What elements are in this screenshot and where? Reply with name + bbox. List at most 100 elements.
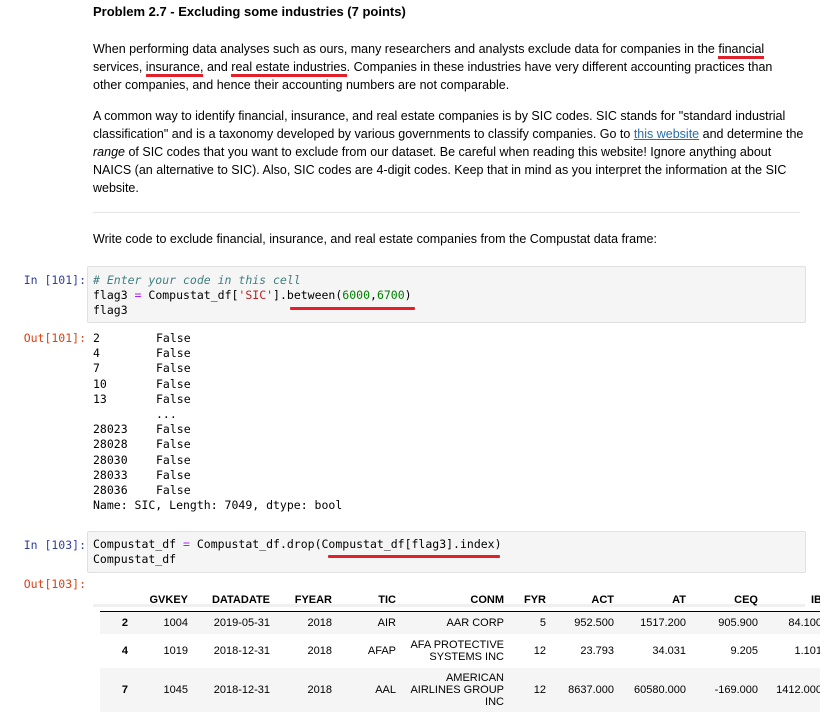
series-row: 4 False <box>93 346 342 361</box>
column-header: CONM <box>470 594 504 606</box>
input-prompt-103: In [103]: <box>23 538 86 552</box>
column-header: FYR <box>524 594 546 606</box>
series-value: False <box>156 467 191 482</box>
table-row: 4 1019 2018-12-31 2018 AFAP AFA PROTECTIVE SY… <box>100 634 820 668</box>
table-cell: 23.793 <box>580 644 614 657</box>
series-row: 28028 False <box>93 437 342 452</box>
paragraph-instruction: Write code to exclude financial, insuran… <box>93 232 657 246</box>
dataframe-output: GVKEYDATADATEFYEARTICCONMFYRACTATCEQIBIN… <box>100 589 820 712</box>
paragraph-sic: A common way to identify financial, insu… <box>93 107 805 197</box>
table-cell: 1004 <box>163 616 188 629</box>
row-index: 2 <box>121 616 128 629</box>
table-cell: 8637.000 <box>568 683 614 696</box>
series-value: False <box>156 437 191 452</box>
table-cell: 2018 <box>307 683 332 696</box>
series-index: 13 <box>93 391 107 406</box>
table-cell: 2018-12-31 <box>213 644 270 657</box>
column-header: ACT <box>591 594 614 606</box>
code-comment: # Enter your code in this cell <box>93 273 301 287</box>
table-cell: 34.031 <box>652 644 686 657</box>
highlight-financial: financial <box>718 42 765 59</box>
series-index: 28030 <box>93 452 128 467</box>
output-prompt-101: Out[101]: <box>23 331 86 345</box>
row-index: 4 <box>121 644 128 657</box>
annotation-underline-drop <box>328 555 500 558</box>
output-series-101: 2 False 4 False 7 False 10 False 13 False... 28023… <box>93 331 342 513</box>
table-cell: 952.500 <box>574 616 614 629</box>
dataframe-table: GVKEYDATADATEFYEARTICCONMFYRACTATCEQIBIN… <box>100 589 820 712</box>
table-cell: -169.000 <box>714 683 758 696</box>
table-cell: 84.100 <box>788 616 820 629</box>
column-header: IB <box>811 594 820 606</box>
series-index: 10 <box>93 376 107 391</box>
series-value: False <box>156 346 191 361</box>
series-index: 2 <box>93 331 100 345</box>
sic-website-link[interactable]: this website <box>634 127 699 141</box>
table-cell: 12 <box>533 644 546 657</box>
sic-text-3: of SIC codes that you want to exclude fr… <box>93 145 787 195</box>
table-cell: AAL <box>375 683 396 696</box>
code-editor-101[interactable]: # Enter your code in this cell flag3 = C… <box>93 273 412 318</box>
series-index: 28028 <box>93 437 128 452</box>
series-index: 7 <box>93 361 100 376</box>
table-cell: 2018 <box>307 616 332 629</box>
series-index: 28036 <box>93 483 128 498</box>
paragraph-intro: When performing data analyses such as ou… <box>93 40 793 94</box>
table-cell: 9.205 <box>730 644 758 657</box>
table-row: 7 1045 2018-12-31 2018 AAL AMERICAN AIRLINES … <box>100 667 820 712</box>
table-cell: 5 <box>539 616 546 629</box>
series-footer: Name: SIC, Length: 7049, dtype: bool <box>93 498 343 513</box>
series-row: 28030 False <box>93 453 342 468</box>
column-header: FYEAR <box>294 594 332 606</box>
series-value: False <box>156 376 191 391</box>
code-line-2: Compustat_df <box>93 552 177 566</box>
input-prompt-101: In [101]: <box>23 273 86 287</box>
series-row: ... <box>93 407 342 422</box>
series-value: False <box>156 391 191 406</box>
table-cell: 2019-05-31 <box>213 616 270 629</box>
highlight-real-estate: real estate industries <box>231 60 347 77</box>
series-index: 4 <box>93 346 100 361</box>
series-value: False <box>156 422 191 437</box>
series-value: ... <box>156 407 177 422</box>
table-cell: AFA PROTECTIVE SYSTEMS INC <box>410 638 504 663</box>
series-index: 28033 <box>93 467 128 482</box>
code-line-1: Compustat_df = Compustat_df.drop(Compust… <box>93 537 502 551</box>
code-cell-101[interactable]: # Enter your code in this cell flag3 = C… <box>87 266 806 323</box>
table-cell: AAR CORP <box>446 616 504 629</box>
column-header <box>100 589 134 612</box>
table-cell: 1019 <box>163 644 188 657</box>
table-cell: 12 <box>533 683 546 696</box>
series-index: 28023 <box>93 422 128 437</box>
intro-text-1: When performing data analyses such as ou… <box>93 42 719 56</box>
row-index: 7 <box>121 683 128 696</box>
series-row: 28023 False <box>93 422 342 437</box>
table-body: 2 1004 2019-05-31 2018 AIR AAR CORP 5 952.500 15… <box>100 611 820 712</box>
series-row: 13 False <box>93 392 342 407</box>
table-header-row: GVKEYDATADATEFYEARTICCONMFYRACTATCEQIBIN… <box>100 589 820 612</box>
series-row: 28036 False <box>93 483 342 498</box>
table-cell: 60580.000 <box>634 683 686 696</box>
output-prompt-103: Out[103]: <box>23 577 86 591</box>
annotation-underline-between <box>290 307 415 310</box>
code-cell-103[interactable]: Compustat_df = Compustat_df.drop(Compust… <box>87 531 806 573</box>
series-value: False <box>156 452 191 467</box>
series-value: False <box>156 483 191 498</box>
sic-range-emphasis: range <box>93 145 125 159</box>
code-line-3: flag3 <box>93 303 128 317</box>
table-cell: AIR <box>377 616 396 629</box>
column-header: DATADATE <box>211 594 270 606</box>
code-editor-103[interactable]: Compustat_df = Compustat_df.drop(Compust… <box>93 537 502 567</box>
table-cell: 1.101 <box>794 644 820 657</box>
column-header: AT <box>672 594 686 606</box>
highlight-insurance: insurance, <box>145 60 204 77</box>
series-row: 28033 False <box>93 468 342 483</box>
column-header: GVKEY <box>149 594 188 606</box>
markdown-divider <box>93 212 800 213</box>
table-cell: 1517.200 <box>640 616 686 629</box>
problem-title: Problem 2.7 - Excluding some industries … <box>93 4 406 19</box>
intro-text-2: services, <box>93 60 146 74</box>
intro-text-3: and <box>203 60 232 74</box>
sic-text-2: and determine the <box>699 127 804 141</box>
table-cell: AMERICAN AIRLINES GROUP INC <box>410 671 504 708</box>
